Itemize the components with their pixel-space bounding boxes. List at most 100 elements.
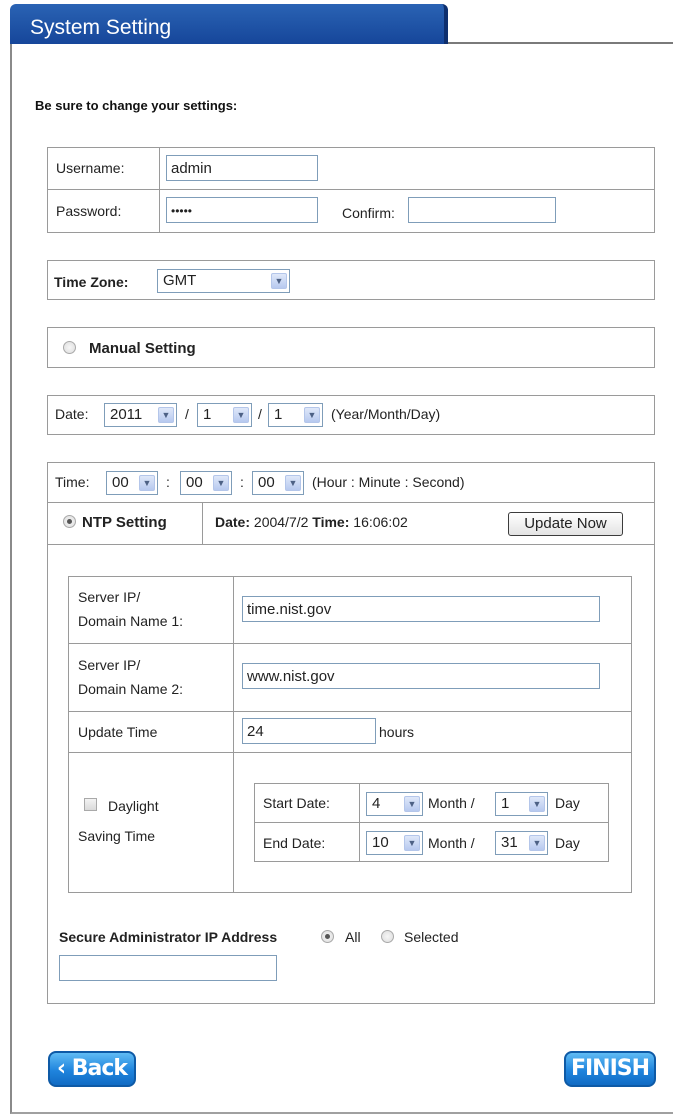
day-select[interactable]: 1 ▼ xyxy=(268,403,323,427)
update-now-button[interactable]: Update Now xyxy=(508,512,623,536)
dst-col-divider xyxy=(359,783,360,862)
secure-all-radio[interactable] xyxy=(321,930,334,943)
timezone-box xyxy=(47,260,655,300)
chevron-down-icon: ▼ xyxy=(139,475,155,491)
minute-select[interactable]: 00 ▼ xyxy=(180,471,232,495)
date-separator: / xyxy=(258,406,262,422)
update-time-input[interactable] xyxy=(242,718,376,744)
finish-button[interactable]: FINISH xyxy=(564,1051,656,1087)
ntp-time-label: Time: xyxy=(312,514,350,530)
start-day-value: 1 xyxy=(501,795,510,812)
chevron-down-icon: ▼ xyxy=(529,796,545,812)
chevron-down-icon: ▼ xyxy=(529,835,545,851)
hour-value: 00 xyxy=(112,474,129,491)
month-select[interactable]: 1 ▼ xyxy=(197,403,252,427)
end-month-value: 10 xyxy=(372,834,389,851)
time-label: Time: xyxy=(55,474,90,490)
year-value: 2011 xyxy=(110,406,143,423)
server1-label: Server IP/ Domain Name 1: xyxy=(78,585,183,633)
account-col-divider xyxy=(159,147,160,233)
ntp-date-value: 2004/7/2 xyxy=(253,514,309,530)
date-label: Date: xyxy=(55,406,89,422)
chevron-down-icon: ▼ xyxy=(404,835,420,851)
chevron-down-icon: ▼ xyxy=(158,407,174,423)
account-row-divider xyxy=(47,189,655,190)
manual-setting-radio[interactable] xyxy=(63,341,76,354)
server1-label-line2: Domain Name 1: xyxy=(78,613,184,629)
start-day-word: Day xyxy=(555,795,580,811)
ntp-table-row3 xyxy=(68,752,632,753)
daylight-saving-checkbox[interactable] xyxy=(84,798,97,811)
timezone-value: GMT xyxy=(163,272,197,289)
time-separator: : xyxy=(166,474,170,490)
password-input[interactable]: ••••• xyxy=(166,197,318,223)
end-day-value: 31 xyxy=(501,834,518,851)
secure-all-label: All xyxy=(345,929,361,945)
username-label: Username: xyxy=(56,160,125,176)
start-month-select[interactable]: 4 ▼ xyxy=(366,792,423,816)
username-input[interactable] xyxy=(166,155,318,181)
chevron-down-icon: ▼ xyxy=(213,475,229,491)
start-month-word: Month / xyxy=(428,795,475,811)
saving-time-label: Saving Time xyxy=(78,828,156,844)
ntp-divider xyxy=(47,544,655,545)
start-month-value: 4 xyxy=(372,795,381,812)
second-value: 00 xyxy=(258,474,275,491)
timezone-label: Time Zone: xyxy=(54,274,129,290)
hour-select[interactable]: 00 ▼ xyxy=(106,471,158,495)
manual-setting-label: Manual Setting xyxy=(89,340,196,357)
ntp-time-value: 16:06:02 xyxy=(353,514,408,530)
day-value: 1 xyxy=(274,406,283,423)
ntp-table-row2 xyxy=(68,711,632,712)
ntp-setting-label: NTP Setting xyxy=(82,514,167,531)
start-date-label: Start Date: xyxy=(263,795,330,811)
ntp-table-row1 xyxy=(68,643,632,644)
chevron-down-icon: ▼ xyxy=(304,407,320,423)
server1-label-line1: Server IP/ xyxy=(78,589,141,605)
server2-label: Server IP/ Domain Name 2: xyxy=(78,653,183,701)
end-month-word: Month / xyxy=(428,835,475,851)
end-day-word: Day xyxy=(555,835,580,851)
server2-input[interactable] xyxy=(242,663,600,689)
time-format-hint: (Hour : Minute : Second) xyxy=(312,474,465,490)
server1-input[interactable] xyxy=(242,596,600,622)
end-month-select[interactable]: 10 ▼ xyxy=(366,831,423,855)
page-title-text: System Setting xyxy=(30,16,172,39)
page-title: System Setting xyxy=(10,4,448,44)
server2-label-line1: Server IP/ xyxy=(78,657,141,673)
chevron-down-icon: ▼ xyxy=(404,796,420,812)
ntp-current-datetime: Date: 2004/7/2 Time: 16:06:02 xyxy=(215,514,408,530)
time-separator: : xyxy=(240,474,244,490)
minute-value: 00 xyxy=(186,474,203,491)
daylight-label: Daylight xyxy=(108,798,159,814)
ntp-setting-radio[interactable] xyxy=(63,515,76,528)
month-value: 1 xyxy=(203,406,212,423)
year-select[interactable]: 2011 ▼ xyxy=(104,403,177,427)
back-button[interactable]: ‹ Back xyxy=(48,1051,136,1087)
second-select[interactable]: 00 ▼ xyxy=(252,471,304,495)
ntp-date-label: Date: xyxy=(215,514,251,530)
update-time-unit: hours xyxy=(379,724,415,740)
date-separator: / xyxy=(185,406,189,422)
dst-row-divider xyxy=(254,822,609,823)
chevron-down-icon: ▼ xyxy=(271,273,287,289)
start-day-select[interactable]: 1 ▼ xyxy=(495,792,548,816)
secure-ip-label: Secure Administrator IP Address xyxy=(59,929,278,945)
secure-selected-label: Selected xyxy=(404,929,459,945)
end-date-label: End Date: xyxy=(263,835,326,851)
settings-heading: Be sure to change your settings: xyxy=(35,98,238,113)
date-format-hint: (Year/Month/Day) xyxy=(331,406,441,422)
chevron-down-icon: ▼ xyxy=(233,407,249,423)
ntp-col-divider xyxy=(202,502,203,544)
ntp-table-col-divider xyxy=(233,576,234,893)
chevron-down-icon: ▼ xyxy=(285,475,301,491)
password-label: Password: xyxy=(56,203,122,219)
update-time-label: Update Time xyxy=(78,724,158,740)
confirm-input[interactable] xyxy=(408,197,556,223)
server2-label-line2: Domain Name 2: xyxy=(78,681,184,697)
secure-ip-input[interactable] xyxy=(59,955,277,981)
time-divider xyxy=(47,502,655,503)
timezone-select[interactable]: GMT ▼ xyxy=(157,269,290,293)
secure-selected-radio[interactable] xyxy=(381,930,394,943)
end-day-select[interactable]: 31 ▼ xyxy=(495,831,548,855)
